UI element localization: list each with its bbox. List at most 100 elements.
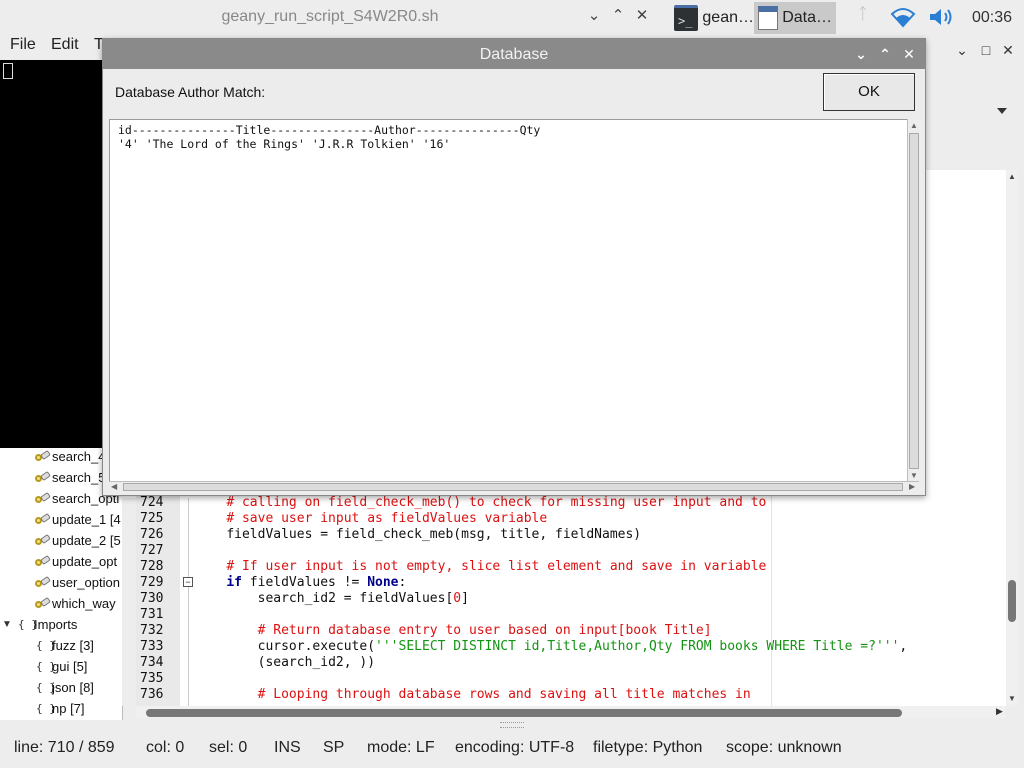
terminal-window-title: geany_run_script_S4W2R0.sh bbox=[221, 8, 439, 25]
chevron-up-icon[interactable]: ⌃ bbox=[876, 45, 894, 63]
function-icon bbox=[34, 451, 48, 463]
taskbar-label: Data… bbox=[782, 9, 832, 26]
symbol-item[interactable]: which_way bbox=[34, 596, 116, 611]
code-token: # save user input as fieldValues variabl… bbox=[226, 511, 548, 526]
result-horizontal-scroll-thumb[interactable] bbox=[123, 483, 903, 491]
bluetooth-icon[interactable]: ᛏ bbox=[858, 6, 868, 24]
menu-edit[interactable]: Edit bbox=[51, 36, 79, 54]
code-line[interactable]: cursor.execute('''SELECT DISTINCT id,Tit… bbox=[195, 639, 908, 654]
code-token: # Return database entry to user based on… bbox=[257, 623, 712, 638]
function-icon bbox=[34, 556, 48, 568]
result-header-line: id---------------Title---------------Aut… bbox=[118, 123, 541, 137]
close-icon[interactable]: ✕ bbox=[998, 40, 1018, 60]
status-scope: scope: unknown bbox=[726, 739, 842, 756]
scroll-up-icon[interactable]: ▲ bbox=[910, 121, 918, 130]
maximize-icon[interactable]: □ bbox=[976, 40, 996, 60]
function-icon bbox=[34, 535, 48, 547]
chevron-down-icon[interactable]: ⌄ bbox=[584, 6, 604, 26]
line-number: 735 bbox=[140, 671, 164, 686]
editor-horizontal-scroll-thumb[interactable] bbox=[146, 709, 902, 717]
fold-toggle-icon[interactable]: − bbox=[183, 577, 193, 587]
symbol-item[interactable]: search_5 bbox=[34, 470, 105, 485]
status-ins: INS bbox=[274, 739, 301, 756]
menu-file[interactable]: File bbox=[10, 36, 36, 54]
result-vertical-scroll-thumb[interactable] bbox=[909, 133, 919, 469]
code-line[interactable]: fieldValues = field_check_meb(msg, title… bbox=[195, 527, 641, 542]
terminal-icon: >_ bbox=[674, 5, 699, 31]
scroll-right-icon[interactable]: ▶ bbox=[996, 706, 1003, 717]
editor-vertical-scroll-thumb[interactable] bbox=[1008, 580, 1016, 622]
symbol-item[interactable]: search_4 bbox=[34, 449, 105, 464]
code-token: ] bbox=[461, 591, 469, 606]
close-icon[interactable]: ✕ bbox=[900, 45, 918, 63]
import-item[interactable]: { } gui [5] bbox=[36, 659, 87, 674]
scroll-right-icon[interactable]: ▶ bbox=[909, 482, 915, 491]
import-item[interactable]: { } np [7] bbox=[36, 701, 85, 716]
symbol-item[interactable]: user_option bbox=[34, 575, 120, 590]
code-line[interactable]: (search_id2, )) bbox=[195, 655, 375, 670]
line-number: 731 bbox=[140, 607, 164, 622]
result-text-area[interactable]: id---------------Title---------------Aut… bbox=[109, 119, 913, 485]
status-mode: mode: LF bbox=[367, 739, 435, 756]
code-line[interactable]: search_id2 = fieldValues[0] bbox=[195, 591, 469, 606]
code-token: : bbox=[398, 575, 407, 590]
code-token: cursor.execute( bbox=[257, 639, 376, 654]
statusbar: line: 710 / 859 col: 0 sel: 0 INS SP mod… bbox=[0, 730, 1024, 768]
line-number: 732 bbox=[140, 623, 164, 638]
scroll-left-icon[interactable]: ◀ bbox=[111, 482, 117, 491]
imports-group[interactable]: ▼{ } Imports bbox=[2, 617, 77, 632]
code-line[interactable]: # Looping through database rows and savi… bbox=[195, 687, 751, 702]
taskbar-button-geany[interactable]: >_ gean… bbox=[670, 2, 758, 34]
symbol-item[interactable]: update_opt bbox=[34, 554, 117, 569]
scroll-up-icon[interactable]: ▲ bbox=[1008, 172, 1016, 181]
line-number: 733 bbox=[140, 639, 164, 654]
import-item[interactable]: { } fuzz [3] bbox=[36, 638, 94, 653]
code-token: # If user input is not empty, slice list… bbox=[226, 559, 767, 574]
scroll-down-icon[interactable]: ▼ bbox=[910, 471, 918, 480]
dialog-title: Database bbox=[479, 46, 549, 63]
result-row-line: '4' 'The Lord of the Rings' 'J.R.R Tolki… bbox=[118, 137, 451, 151]
status-filetype: filetype: Python bbox=[593, 739, 703, 756]
code-token: (search_id2, )) bbox=[257, 655, 376, 670]
chevron-down-icon[interactable]: ⌄ bbox=[852, 45, 870, 63]
pane-resize-grip[interactable] bbox=[500, 722, 524, 728]
code-token: '''SELECT DISTINCT id,Title,Author,Qty F… bbox=[375, 639, 900, 654]
function-icon bbox=[34, 493, 48, 505]
editor-vertical-scrollbar[interactable] bbox=[1006, 170, 1018, 706]
chevron-up-icon[interactable]: ⌃ bbox=[608, 6, 628, 26]
window-icon bbox=[758, 6, 779, 30]
taskbar-button-database[interactable]: Data… bbox=[754, 2, 836, 34]
namespace-icon: { } bbox=[18, 618, 38, 631]
line-number: 727 bbox=[140, 543, 164, 558]
symbol-item[interactable]: update_2 [5 bbox=[34, 533, 121, 548]
scroll-down-icon[interactable]: ▼ bbox=[1008, 694, 1016, 703]
dialog-message: Database Author Match: bbox=[115, 84, 266, 100]
code-token: None bbox=[367, 575, 399, 590]
close-icon[interactable]: ✕ bbox=[632, 6, 652, 26]
status-sp: SP bbox=[323, 739, 345, 756]
clock[interactable]: 00:36 bbox=[972, 9, 1012, 27]
code-line[interactable]: # Return database entry to user based on… bbox=[195, 623, 712, 638]
code-line[interactable]: if fieldValues != None: bbox=[195, 575, 406, 590]
code-token: if bbox=[226, 575, 242, 590]
volume-icon[interactable] bbox=[928, 6, 956, 33]
ok-button[interactable]: OK bbox=[823, 73, 915, 111]
line-number: 734 bbox=[140, 655, 164, 670]
expander-down-icon[interactable]: ▼ bbox=[2, 619, 14, 630]
code-line[interactable]: # If user input is not empty, slice list… bbox=[195, 559, 766, 574]
code-token: # calling on field_check_meb() to check … bbox=[226, 495, 767, 510]
code-token: , bbox=[899, 639, 908, 654]
code-line[interactable]: # calling on field_check_meb() to check … bbox=[195, 495, 766, 510]
wifi-icon[interactable] bbox=[890, 6, 916, 33]
dropdown-arrow-icon[interactable] bbox=[997, 108, 1007, 114]
function-icon bbox=[34, 472, 48, 484]
terminal-pane[interactable] bbox=[0, 60, 106, 448]
editor-margin bbox=[122, 498, 136, 706]
dialog-titlebar[interactable]: Database ⌄ ⌃ ✕ bbox=[103, 39, 925, 69]
code-line[interactable]: # save user input as fieldValues variabl… bbox=[195, 511, 547, 526]
line-number: 729 bbox=[140, 575, 164, 590]
fold-margin bbox=[180, 498, 189, 706]
chevron-down-icon[interactable]: ⌄ bbox=[952, 40, 972, 60]
import-item[interactable]: { } json [8] bbox=[36, 680, 94, 695]
symbol-item[interactable]: update_1 [4 bbox=[34, 512, 121, 527]
